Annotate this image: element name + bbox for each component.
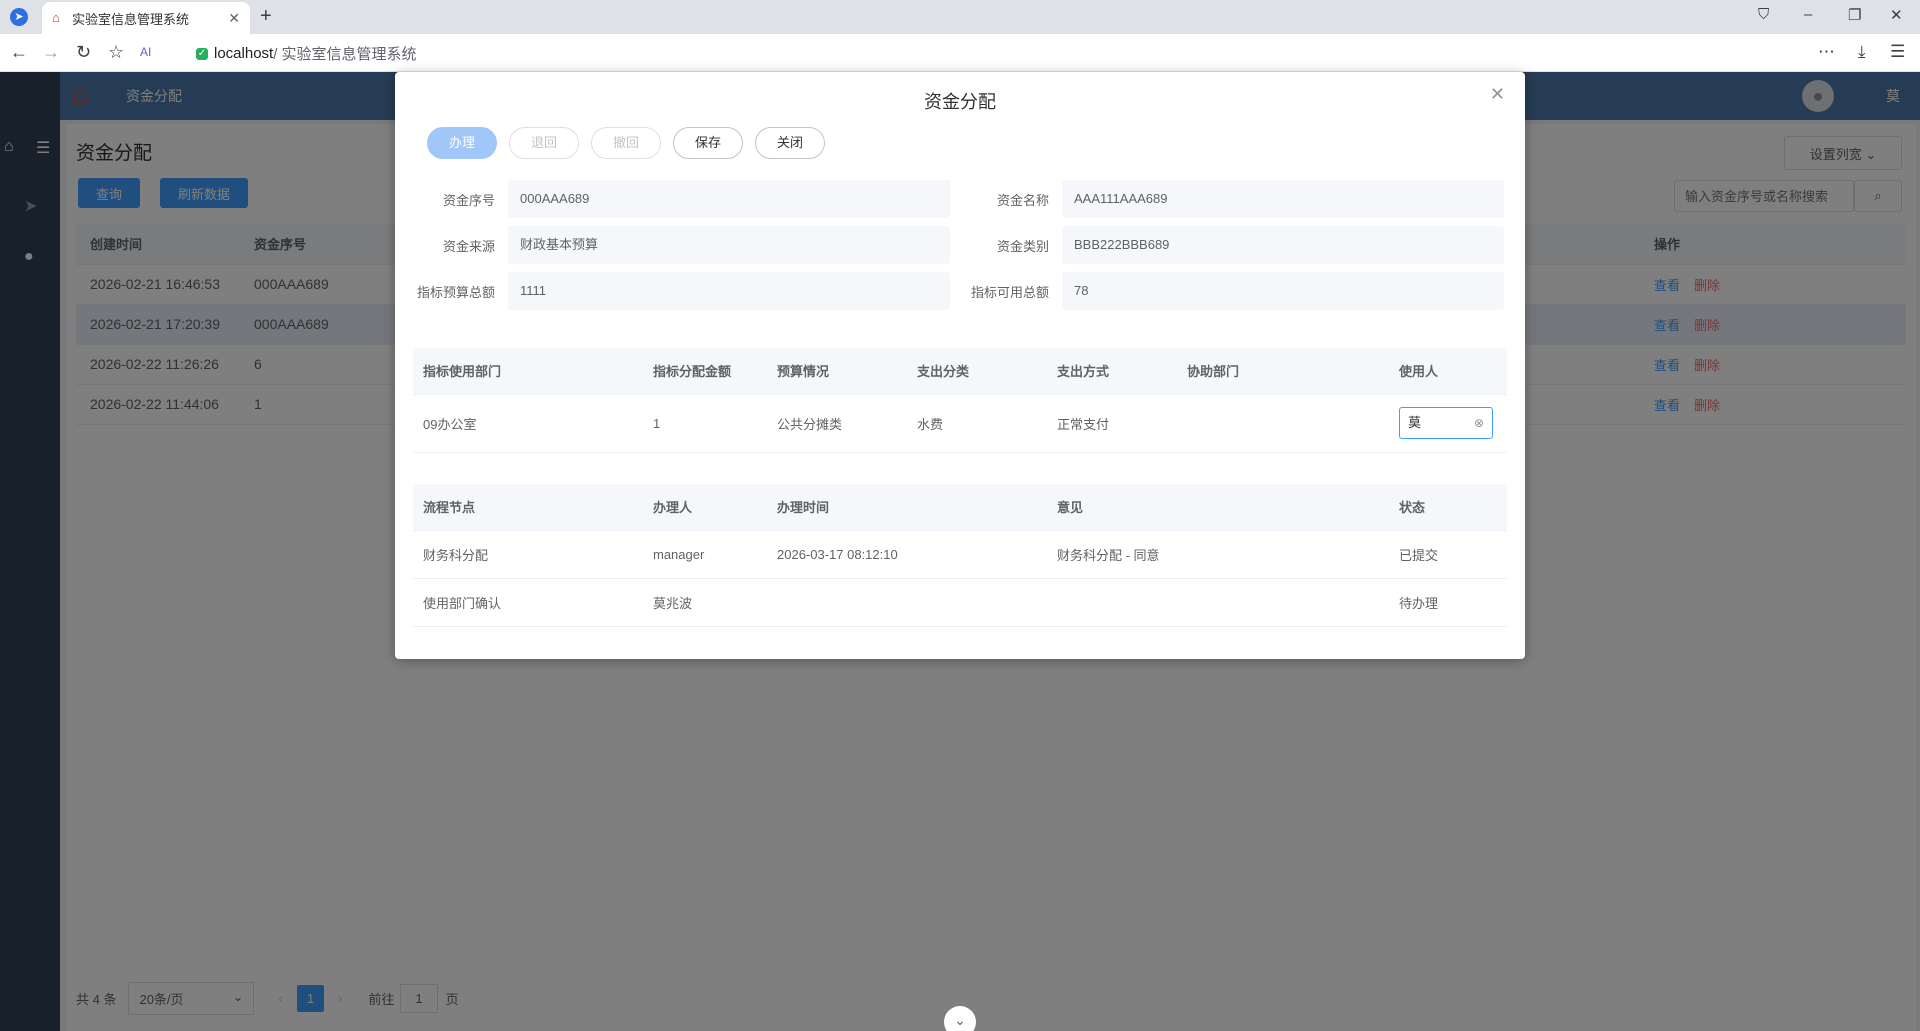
table-row: 使用部门确认 莫兆波 待办理	[413, 578, 1507, 627]
name-field[interactable]: AAA111AAA689	[1062, 180, 1504, 218]
cell-assist-dept	[1177, 394, 1389, 453]
user-select-value: 莫	[1408, 415, 1422, 430]
col-expense-category: 支出分类	[907, 348, 1047, 395]
close-window-icon[interactable]: ✕	[1890, 6, 1903, 24]
cell-opinion	[1047, 578, 1389, 627]
browser-tab[interactable]: ⌂ 实验室信息管理系统 ✕	[42, 2, 250, 34]
col-dept: 指标使用部门	[413, 348, 643, 395]
favorite-star-icon[interactable]: ☆	[108, 42, 124, 63]
source-field[interactable]: 财政基本预算	[508, 226, 950, 264]
table-row: 财务科分配 manager 2026-03-17 08:12:10 财务科分配 …	[413, 530, 1507, 579]
forward-icon[interactable]: →	[42, 42, 60, 63]
category-field[interactable]: BBB222BBB689	[1062, 226, 1504, 264]
col-budget: 预算情况	[767, 348, 907, 395]
col-amount: 指标分配金额	[643, 348, 767, 395]
close-button[interactable]: 关闭	[755, 127, 825, 159]
more-icon[interactable]: ⋯	[1818, 42, 1835, 62]
return-button[interactable]: 退回	[509, 127, 579, 159]
col-payment-method: 支出方式	[1047, 348, 1177, 395]
back-icon[interactable]: ←	[10, 42, 28, 63]
house-icon: ⌂	[52, 10, 60, 25]
cell-budget: 公共分摊类	[767, 394, 907, 453]
cell-payment-method: 正常支付	[1047, 394, 1177, 453]
serial-label: 资金序号	[442, 193, 495, 208]
url-path: / 实验室信息管理系统	[273, 46, 417, 63]
browser-tab-bar: ➤ ⌂ 实验室信息管理系统 ✕ + ⛉ – ❐ ✕	[0, 0, 1920, 34]
menu-icon[interactable]: ☰	[1890, 42, 1905, 62]
ai-icon[interactable]: AI	[140, 45, 151, 59]
col-status: 状态	[1389, 484, 1507, 531]
save-button[interactable]: 保存	[673, 127, 743, 159]
url-host: localhost	[214, 45, 274, 62]
close-icon[interactable]: ✕	[228, 10, 240, 27]
cell-time: 2026-03-17 08:12:10	[767, 530, 1047, 579]
close-icon[interactable]: ✕	[1490, 84, 1505, 105]
col-handler: 办理人	[643, 484, 767, 531]
cell-opinion: 财务科分配 - 同意	[1047, 530, 1389, 579]
withdraw-button[interactable]: 撤回	[591, 127, 661, 159]
browser-logo-icon[interactable]: ➤	[10, 8, 28, 26]
shirt-icon[interactable]: ⛉	[1758, 6, 1769, 23]
col-assist-dept: 协助部门	[1177, 348, 1389, 395]
col-user: 使用人	[1389, 348, 1507, 395]
name-label: 资金名称	[996, 193, 1049, 208]
secure-icon: ✓	[196, 47, 208, 60]
cell-amount: 1	[643, 394, 767, 453]
col-node: 流程节点	[413, 484, 643, 531]
serial-field[interactable]: 000AAA689	[508, 180, 950, 218]
table-row: 09办公室 1 公共分摊类 水费 正常支付 莫 ⊗	[413, 394, 1507, 453]
minimize-icon[interactable]: –	[1804, 6, 1812, 23]
budget-total-field[interactable]: 1111	[508, 272, 950, 310]
download-icon[interactable]: ⤓	[1858, 42, 1866, 62]
available-total-label: 指标可用总额	[970, 285, 1049, 300]
category-label: 资金类别	[996, 239, 1049, 254]
new-tab-icon[interactable]: +	[260, 5, 272, 28]
reload-icon[interactable]: ↻	[76, 42, 91, 63]
allocation-table: 指标使用部门 指标分配金额 预算情况 支出分类 支出方式 协助部门 使用人 09…	[413, 348, 1507, 453]
budget-total-label: 指标预算总额	[416, 285, 495, 300]
cell-time	[767, 578, 1047, 627]
col-opinion: 意见	[1047, 484, 1389, 531]
cell-handler: 莫兆波	[643, 578, 767, 627]
source-label: 资金来源	[442, 239, 495, 254]
cell-dept: 09办公室	[413, 394, 643, 453]
cell-expense-category: 水费	[907, 394, 1047, 453]
cell-node: 使用部门确认	[413, 578, 643, 627]
tab-title: 实验室信息管理系统	[72, 11, 190, 27]
flow-table: 流程节点 办理人 办理时间 意见 状态 财务科分配 manager 2026-0…	[413, 484, 1507, 627]
user-select[interactable]: 莫 ⊗	[1399, 407, 1493, 439]
handle-button[interactable]: 办理	[427, 127, 497, 159]
dialog-title: 资金分配	[924, 92, 996, 112]
clear-icon[interactable]: ⊗	[1474, 408, 1484, 438]
fund-allocation-dialog: 资金分配 ✕ 办理 退回 撤回 保存 关闭 资金序号 000AAA689 资金名…	[395, 72, 1525, 659]
restore-icon[interactable]: ❐	[1848, 6, 1861, 24]
cell-node: 财务科分配	[413, 530, 643, 579]
address-bar: ← → ↻ ☆ AI ✓ localhost / 实验室信息管理系统 ⋯ ⤓ ☰	[0, 34, 1920, 72]
cell-status: 已提交	[1389, 530, 1507, 579]
scroll-down-icon[interactable]: ⌄	[944, 1006, 976, 1031]
cell-status: 待办理	[1389, 578, 1507, 627]
cell-handler: manager	[643, 530, 767, 579]
col-time: 办理时间	[767, 484, 1047, 531]
available-total-field[interactable]: 78	[1062, 272, 1504, 310]
url-field[interactable]: ✓ localhost / 实验室信息管理系统	[196, 43, 417, 64]
